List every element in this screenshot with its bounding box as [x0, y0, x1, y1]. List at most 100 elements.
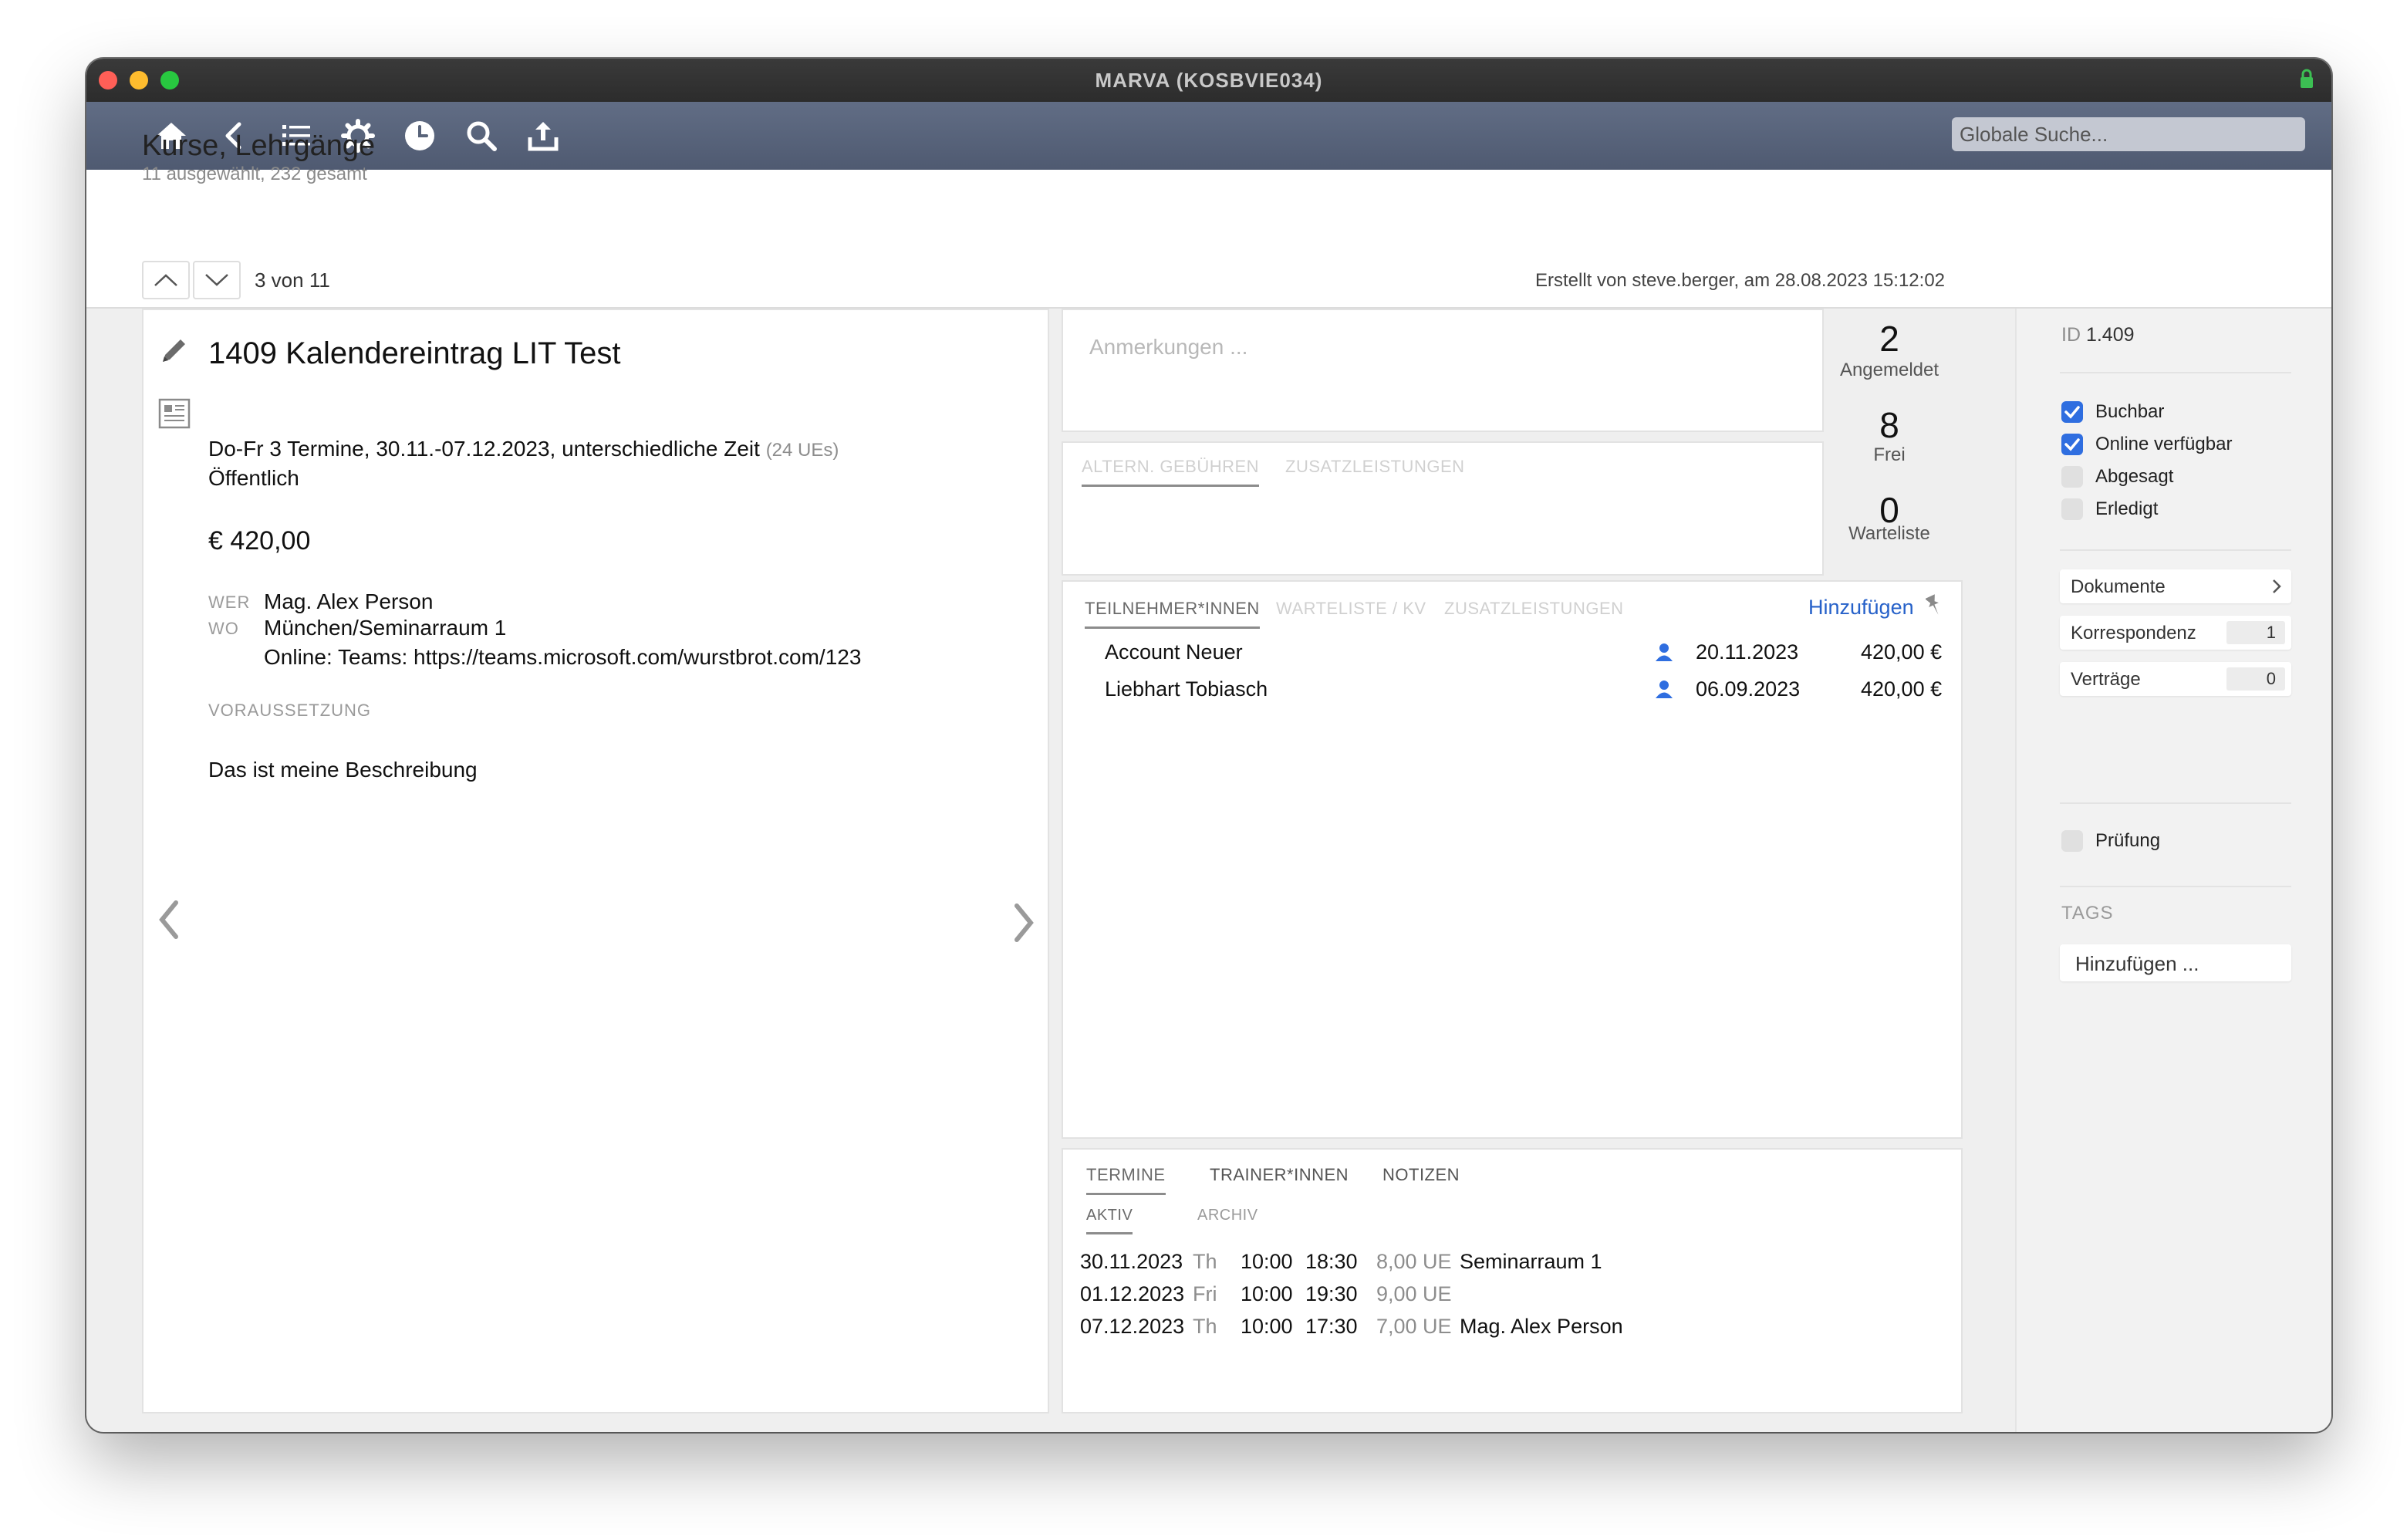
tab-waitlist[interactable]: WARTELISTE / KV	[1276, 599, 1426, 626]
correspondence-label: Korrespondenz	[2071, 623, 2196, 643]
course-title: 1409 Kalendereintrag LIT Test	[208, 336, 621, 370]
fees-card: ALTERN. GEBÜHREN ZUSATZLEISTUNGEN	[1062, 441, 1824, 576]
free-label: Frei	[1873, 444, 1906, 465]
appointment-start: 10:00	[1241, 1315, 1293, 1338]
appointment-units: 9,00 UE	[1376, 1282, 1452, 1305]
add-participant-link[interactable]: Hinzufügen	[1808, 596, 1914, 620]
documents-label: Dokumente	[2071, 576, 2166, 597]
appointment-day: Th	[1193, 1250, 1217, 1273]
tab-appointments[interactable]: TERMINE	[1086, 1165, 1166, 1195]
course-detail-card: 1409 Kalendereintrag LIT Test Do-Fr 3 Te…	[142, 309, 1049, 1413]
page-title: Kurse, Lehrgänge	[142, 130, 376, 162]
appointment-end: 18:30	[1305, 1250, 1358, 1273]
clock-icon[interactable]	[403, 119, 437, 153]
registration-date: 06.09.2023	[1696, 677, 1801, 701]
subtab-archive[interactable]: ARCHIV	[1197, 1207, 1258, 1232]
divider	[2060, 549, 2291, 551]
checkmark-icon	[2064, 438, 2080, 451]
appointment-date: 07.12.2023	[1080, 1315, 1185, 1338]
course-schedule: Do-Fr 3 Termine, 30.11.-07.12.2023, unte…	[208, 437, 760, 461]
participant-name: Liebhart Tobiasch	[1105, 677, 1268, 701]
participant-name: Account Neuer	[1105, 640, 1243, 664]
notes-card[interactable]: Anmerkungen ...	[1062, 309, 1824, 432]
contracts-row[interactable]: Verträge 0	[2060, 662, 2291, 696]
appointment-day: Th	[1193, 1315, 1217, 1338]
divider	[2060, 886, 2291, 887]
waitlist-label: Warteliste	[1848, 523, 1930, 544]
tab-trainers[interactable]: TRAINER*INNEN	[1210, 1165, 1349, 1193]
participant-amount: 420,00 €	[1861, 640, 1943, 664]
checkmark-icon	[2064, 406, 2080, 419]
divider	[2060, 372, 2291, 373]
wer-label: WER	[208, 593, 251, 612]
subtab-active[interactable]: AKTIV	[1086, 1207, 1133, 1234]
bookable-label: Buchbar	[2095, 401, 2165, 422]
completed-checkbox[interactable]	[2061, 498, 2083, 520]
online-available-checkbox[interactable]	[2061, 434, 2083, 455]
online-available-label: Online verfügbar	[2095, 434, 2233, 454]
lock-icon	[2301, 69, 2313, 88]
id-label: ID	[2061, 324, 2081, 346]
documents-row[interactable]: Dokumente	[2060, 569, 2291, 603]
exam-checkbox[interactable]	[2061, 830, 2083, 852]
record-position: 3 von 11	[255, 268, 330, 292]
page-header	[86, 170, 2331, 309]
page-subtitle: 11 ausgewählt, 232 gesamt	[142, 164, 367, 184]
document-icon[interactable]	[157, 397, 191, 431]
person-icon	[1656, 643, 1673, 661]
id-value: 1.409	[2085, 324, 2135, 346]
registration-date: 20.11.2023	[1696, 640, 1799, 664]
appointment-date: 01.12.2023	[1080, 1282, 1185, 1305]
zoom-window-button[interactable]	[160, 71, 179, 89]
appointment-units: 7,00 UE	[1376, 1315, 1452, 1338]
appointment-end: 19:30	[1305, 1282, 1358, 1305]
export-icon[interactable]	[526, 119, 560, 153]
created-by-info: Erstellt von steve.berger, am 28.08.2023…	[1535, 270, 1946, 291]
correspondence-row[interactable]: Korrespondenz 1	[2060, 616, 2291, 650]
window-controls	[99, 71, 179, 89]
main-toolbar	[86, 102, 2331, 170]
tab-fee-extra-services[interactable]: ZUSATZLEISTUNGEN	[1285, 457, 1465, 485]
appointment-start: 10:00	[1241, 1250, 1293, 1273]
add-tag-field[interactable]: Hinzufügen ...	[2060, 944, 2291, 981]
pin-icon[interactable]	[1926, 594, 1943, 617]
bookable-checkbox[interactable]	[2061, 401, 2083, 423]
previous-record-button[interactable]	[142, 261, 190, 299]
chevron-left-icon[interactable]	[154, 897, 185, 943]
location: München/Seminarraum 1	[264, 616, 507, 640]
tab-alternative-fees[interactable]: ALTERN. GEBÜHREN	[1082, 457, 1260, 487]
chevron-down-icon	[205, 274, 228, 286]
search-icon[interactable]	[464, 119, 498, 153]
tab-notes[interactable]: NOTIZEN	[1382, 1165, 1460, 1193]
online-location: Online: Teams: https://teams.microsoft.c…	[264, 645, 862, 669]
appointment-day: Fri	[1193, 1282, 1217, 1305]
contracts-count: 0	[2226, 667, 2285, 691]
appointments-card: TERMINE TRAINER*INNEN NOTIZEN AKTIV ARCH…	[1062, 1148, 1963, 1413]
close-window-button[interactable]	[99, 71, 117, 89]
appointment-info: Seminarraum 1	[1460, 1250, 1602, 1273]
tab-participant-extra-services[interactable]: ZUSATZLEISTUNGEN	[1444, 599, 1624, 626]
trainer-name: Mag. Alex Person	[264, 589, 434, 613]
tab-participants[interactable]: TEILNEHMER*INNEN	[1085, 599, 1260, 629]
appointment-end: 17:30	[1305, 1315, 1358, 1338]
app-window: MARVA (KOSBVIE034) Globale Suche... Kurs…	[86, 59, 2331, 1432]
wo-label: WO	[208, 619, 239, 638]
course-description: Das ist meine Beschreibung	[208, 758, 478, 782]
course-visibility: Öffentlich	[208, 466, 299, 490]
cancelled-label: Abgesagt	[2095, 466, 2174, 487]
details-sidebar: ID 1.409 Buchbar Online verfügbar Abgesa…	[2015, 309, 2331, 1432]
cancelled-checkbox[interactable]	[2061, 466, 2083, 488]
record-id: ID 1.409	[2061, 324, 2135, 346]
next-record-button[interactable]	[193, 261, 241, 299]
minimize-window-button[interactable]	[130, 71, 148, 89]
free-count: 8	[1879, 405, 1899, 445]
chevron-right-icon[interactable]	[1008, 900, 1038, 946]
completed-label: Erledigt	[2095, 498, 2159, 519]
registered-count: 2	[1879, 319, 1899, 359]
pencil-icon[interactable]	[159, 335, 190, 366]
contracts-label: Verträge	[2071, 669, 2141, 690]
global-search-input[interactable]	[1952, 117, 2305, 151]
notes-field[interactable]: Anmerkungen ...	[1089, 335, 1247, 360]
tags-label: TAGS	[2061, 903, 2114, 924]
course-schedule-line: Do-Fr 3 Termine, 30.11.-07.12.2023, unte…	[208, 437, 839, 461]
